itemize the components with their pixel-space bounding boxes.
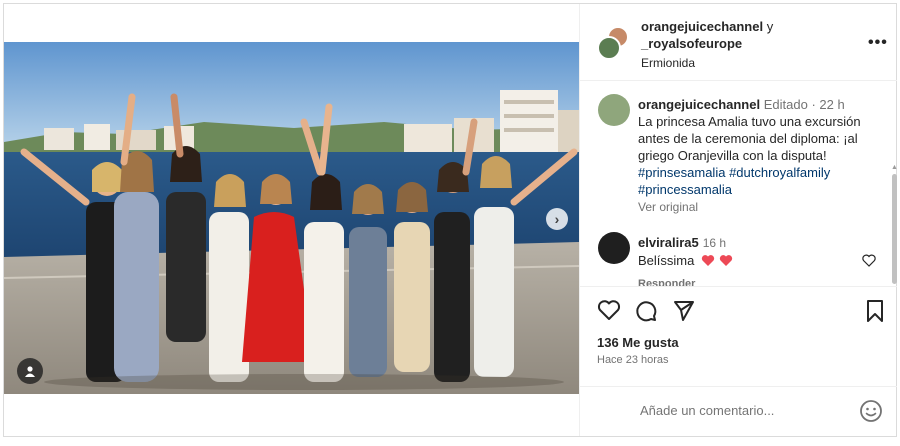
scrollbar-thumb[interactable] — [892, 174, 897, 284]
heart-icon — [597, 300, 621, 320]
comment-input[interactable] — [640, 403, 840, 418]
conjunction-text: y — [766, 19, 774, 34]
comment-like-button[interactable] — [862, 254, 876, 272]
avatar[interactable] — [597, 36, 621, 60]
heart-icon — [862, 254, 876, 267]
comment-icon — [636, 301, 657, 322]
heart-emoji-icon — [719, 255, 732, 266]
like-button[interactable] — [597, 299, 623, 325]
more-options-button[interactable]: ••• — [868, 34, 888, 52]
caption-time[interactable]: 22 h — [819, 97, 844, 112]
heart-emoji-icon — [701, 255, 715, 266]
post-header: orangejuicechannel y _royalsofeurope Erm… — [580, 4, 897, 81]
user-tag-icon — [25, 366, 35, 377]
emoji-button[interactable] — [859, 399, 883, 423]
paper-plane-icon — [674, 301, 694, 321]
see-original-button[interactable]: Ver original — [638, 199, 884, 216]
caption-username[interactable]: orangejuicechannel — [638, 97, 760, 112]
smiley-icon — [860, 400, 882, 422]
username-link[interactable]: _royalsofeurope — [641, 36, 742, 51]
hashtag-link[interactable]: #prinsesamalia — [638, 165, 725, 180]
scroll-up-arrow[interactable]: ▲ — [891, 164, 897, 171]
share-button[interactable] — [672, 299, 698, 325]
next-photo-button[interactable]: › — [546, 208, 568, 230]
caption: orangejuicechannel Editado · 22 h La pri… — [638, 96, 884, 216]
location-link[interactable]: Ermionida — [641, 56, 695, 70]
likes-count[interactable]: 136 Me gusta — [597, 335, 679, 350]
save-button[interactable] — [864, 299, 890, 325]
comment-text: Belíssima — [638, 253, 695, 268]
post-time[interactable]: Hace 23 horas — [597, 354, 669, 366]
more-horizontal-icon: ••• — [868, 34, 888, 51]
group-photo-illustration — [4, 42, 579, 394]
post-side-panel: orangejuicechannel y _royalsofeurope Erm… — [579, 4, 897, 436]
hashtag-link[interactable]: #princessamalia — [638, 182, 732, 197]
separator: · — [811, 97, 816, 112]
collab-usernames: orangejuicechannel y _royalsofeurope — [641, 18, 773, 52]
comment-time[interactable]: 16 h — [703, 236, 726, 250]
username-link[interactable]: orangejuicechannel — [641, 19, 763, 34]
edited-label: Editado — [763, 97, 808, 112]
avatar[interactable] — [598, 94, 630, 126]
add-comment-bar — [580, 386, 897, 436]
post-modal: › orangejuicechannel y _royalsofeurope E… — [3, 3, 897, 437]
comment: elviralira5 16 h Belíssima — [638, 234, 858, 270]
collab-avatars[interactable] — [597, 26, 631, 60]
chevron-right-icon: › — [554, 211, 560, 227]
media-column: › — [4, 4, 579, 436]
tagged-users-button[interactable] — [17, 358, 43, 384]
comment-username[interactable]: elviralira5 — [638, 235, 699, 250]
post-photo[interactable] — [4, 42, 579, 394]
action-bar: 136 Me gusta Hace 23 horas — [580, 286, 897, 386]
caption-text: La princesa Amalia tuvo una excursión an… — [638, 114, 861, 163]
hashtag-link[interactable]: #dutchroyalfamily — [729, 165, 830, 180]
bookmark-icon — [867, 300, 883, 322]
avatar[interactable] — [598, 232, 630, 264]
reply-button[interactable]: Responder — [638, 278, 695, 286]
comment-button[interactable] — [634, 299, 660, 325]
comments-area: orangejuicechannel Editado · 22 h La pri… — [580, 82, 897, 286]
